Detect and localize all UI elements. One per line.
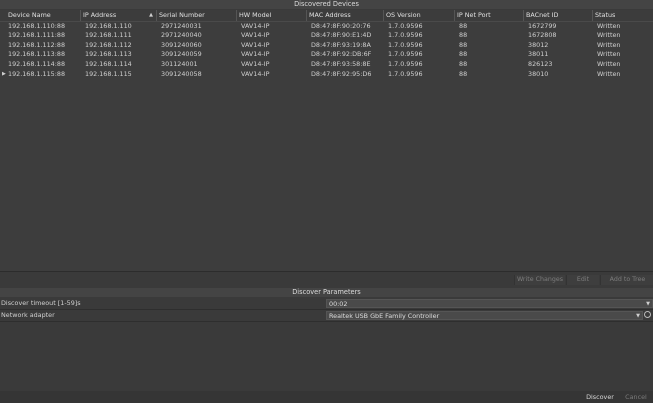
- adapter-select[interactable]: Realtek USB GbE Family Controller ▼: [326, 311, 643, 320]
- grid-toolbar: Write Changes Edit Add to Tree: [0, 274, 653, 286]
- bottom-bar: Discover Cancel: [0, 391, 653, 403]
- cell-device-name: 192.168.1.111:88: [8, 31, 66, 40]
- cell-os-version: 1.7.0.9596: [388, 31, 423, 40]
- cancel-button[interactable]: Cancel: [620, 392, 652, 402]
- cell-hw-model: VAV14-IP: [241, 50, 270, 59]
- cell-serial-number: 3091240058: [161, 69, 202, 78]
- col-serial-number[interactable]: Serial Number: [157, 10, 237, 21]
- timeout-field[interactable]: 00:02 ▼: [326, 299, 653, 308]
- cell-device-name: 192.168.1.112:88: [8, 40, 66, 49]
- cell-ip-net-port: 88: [459, 31, 468, 40]
- chevron-down-icon[interactable]: ▼: [646, 300, 650, 309]
- adapter-row: Network adapter Realtek USB GbE Family C…: [0, 310, 653, 322]
- cell-status: Written: [597, 59, 621, 68]
- cell-hw-model: VAV14-IP: [241, 31, 270, 40]
- devices-grid[interactable]: Device Name IP Address ▲ Serial Number H…: [0, 10, 653, 271]
- cell-bacnet-id: 38010: [528, 69, 549, 78]
- cell-hw-model: VAV14-IP: [241, 40, 270, 49]
- cell-ip-net-port: 88: [459, 69, 468, 78]
- cell-ip-net-port: 88: [459, 50, 468, 59]
- cell-bacnet-id: 1672799: [528, 21, 557, 30]
- discovered-devices-title: Discovered Devices: [0, 0, 653, 9]
- cell-ip-address: 192.168.1.111: [85, 31, 132, 40]
- col-ip-address[interactable]: IP Address ▲: [81, 10, 157, 21]
- timeout-row: Discover timeout [1-59]s 00:02 ▼: [0, 298, 653, 310]
- cell-os-version: 1.7.0.9596: [388, 21, 423, 30]
- cell-ip-net-port: 88: [459, 21, 468, 30]
- grid-header: Device Name IP Address ▲ Serial Number H…: [0, 10, 653, 22]
- col-bacnet-id[interactable]: BACnet ID: [524, 10, 593, 21]
- cell-serial-number: 3091240060: [161, 40, 202, 49]
- add-to-tree-button[interactable]: Add to Tree: [600, 275, 653, 285]
- adapter-value: Realtek USB GbE Family Controller: [329, 312, 440, 320]
- adapter-label: Network adapter: [1, 311, 55, 319]
- col-mac-address[interactable]: MAC Address: [307, 10, 384, 21]
- cell-ip-address: 192.168.1.112: [85, 40, 132, 49]
- cell-hw-model: VAV14-IP: [241, 21, 270, 30]
- cell-serial-number: 3091240059: [161, 50, 202, 59]
- cell-device-name: 192.168.1.114:88: [8, 59, 66, 68]
- col-ip-net-port[interactable]: IP Net Port: [455, 10, 524, 21]
- cell-mac-address: D8:47:8F:92:DB:6F: [311, 50, 372, 59]
- col-device-name[interactable]: Device Name: [0, 10, 81, 21]
- cell-status: Written: [597, 69, 621, 78]
- cell-bacnet-id: 38012: [528, 40, 549, 49]
- table-row[interactable]: 192.168.1.111:88 192.168.1.111 297124004…: [0, 31, 653, 41]
- cell-ip-address: 192.168.1.110: [85, 21, 132, 30]
- grid-divider: [0, 271, 653, 272]
- cell-ip-net-port: 88: [459, 59, 468, 68]
- cell-os-version: 1.7.0.9596: [388, 40, 423, 49]
- cell-status: Written: [597, 31, 621, 40]
- cell-ip-net-port: 88: [459, 40, 468, 49]
- cell-os-version: 1.7.0.9596: [388, 69, 423, 78]
- cell-hw-model: VAV14-IP: [241, 69, 270, 78]
- write-changes-button[interactable]: Write Changes: [514, 275, 565, 285]
- cell-mac-address: D8:47:8F:93:19:8A: [311, 40, 371, 49]
- cell-bacnet-id: 1672808: [528, 31, 557, 40]
- sort-ascending-icon: ▲: [149, 12, 153, 18]
- cell-os-version: 1.7.0.9596: [388, 59, 423, 68]
- table-row[interactable]: 192.168.1.112:88 192.168.1.112 309124006…: [0, 41, 653, 51]
- cell-mac-address: D8:47:8F:93:58:8E: [311, 59, 371, 68]
- timeout-label: Discover timeout [1-59]s: [1, 299, 81, 307]
- col-ip-address-label: IP Address: [83, 11, 117, 19]
- table-row[interactable]: 192.168.1.114:88 192.168.1.114 301124001…: [0, 60, 653, 70]
- table-row[interactable]: ▶ 192.168.1.115:88 192.168.1.115 3091240…: [0, 70, 653, 80]
- cell-status: Written: [597, 50, 621, 59]
- cell-serial-number: 2971240031: [161, 21, 202, 30]
- cell-ip-address: 192.168.1.113: [85, 50, 132, 59]
- table-row[interactable]: 192.168.1.113:88 192.168.1.113 309124005…: [0, 50, 653, 60]
- cell-serial-number: 301124001: [161, 59, 198, 68]
- chevron-down-icon[interactable]: ▼: [636, 312, 640, 321]
- table-row[interactable]: 192.168.1.110:88 192.168.1.110 297124003…: [0, 22, 653, 32]
- col-hw-model[interactable]: HW Model: [237, 10, 307, 21]
- edit-button[interactable]: Edit: [566, 275, 599, 285]
- cell-serial-number: 2971240040: [161, 31, 202, 40]
- cell-status: Written: [597, 40, 621, 49]
- cell-device-name: 192.168.1.113:88: [8, 50, 66, 59]
- cell-os-version: 1.7.0.9596: [388, 50, 423, 59]
- cell-ip-address: 192.168.1.115: [85, 69, 132, 78]
- col-status[interactable]: Status: [593, 10, 653, 21]
- cell-hw-model: VAV14-IP: [241, 59, 270, 68]
- cell-ip-address: 192.168.1.114: [85, 59, 132, 68]
- cell-status: Written: [597, 21, 621, 30]
- cell-device-name: 192.168.1.110:88: [8, 21, 66, 30]
- cell-mac-address: D8:47:8F:90:E1:4D: [311, 31, 372, 40]
- discover-parameters-title: Discover Parameters: [0, 288, 653, 297]
- discover-button[interactable]: Discover: [584, 392, 616, 402]
- refresh-icon[interactable]: [644, 311, 651, 318]
- col-os-version[interactable]: OS Version: [384, 10, 455, 21]
- cell-bacnet-id: 38011: [528, 50, 549, 59]
- cell-device-name: 192.168.1.115:88: [8, 69, 66, 78]
- cell-mac-address: D8:47:8F:92:95:D6: [311, 69, 372, 78]
- timeout-value: 00:02: [329, 300, 348, 308]
- cell-mac-address: D8:47:8F:90:20:76: [311, 21, 371, 30]
- cell-bacnet-id: 826123: [528, 59, 553, 68]
